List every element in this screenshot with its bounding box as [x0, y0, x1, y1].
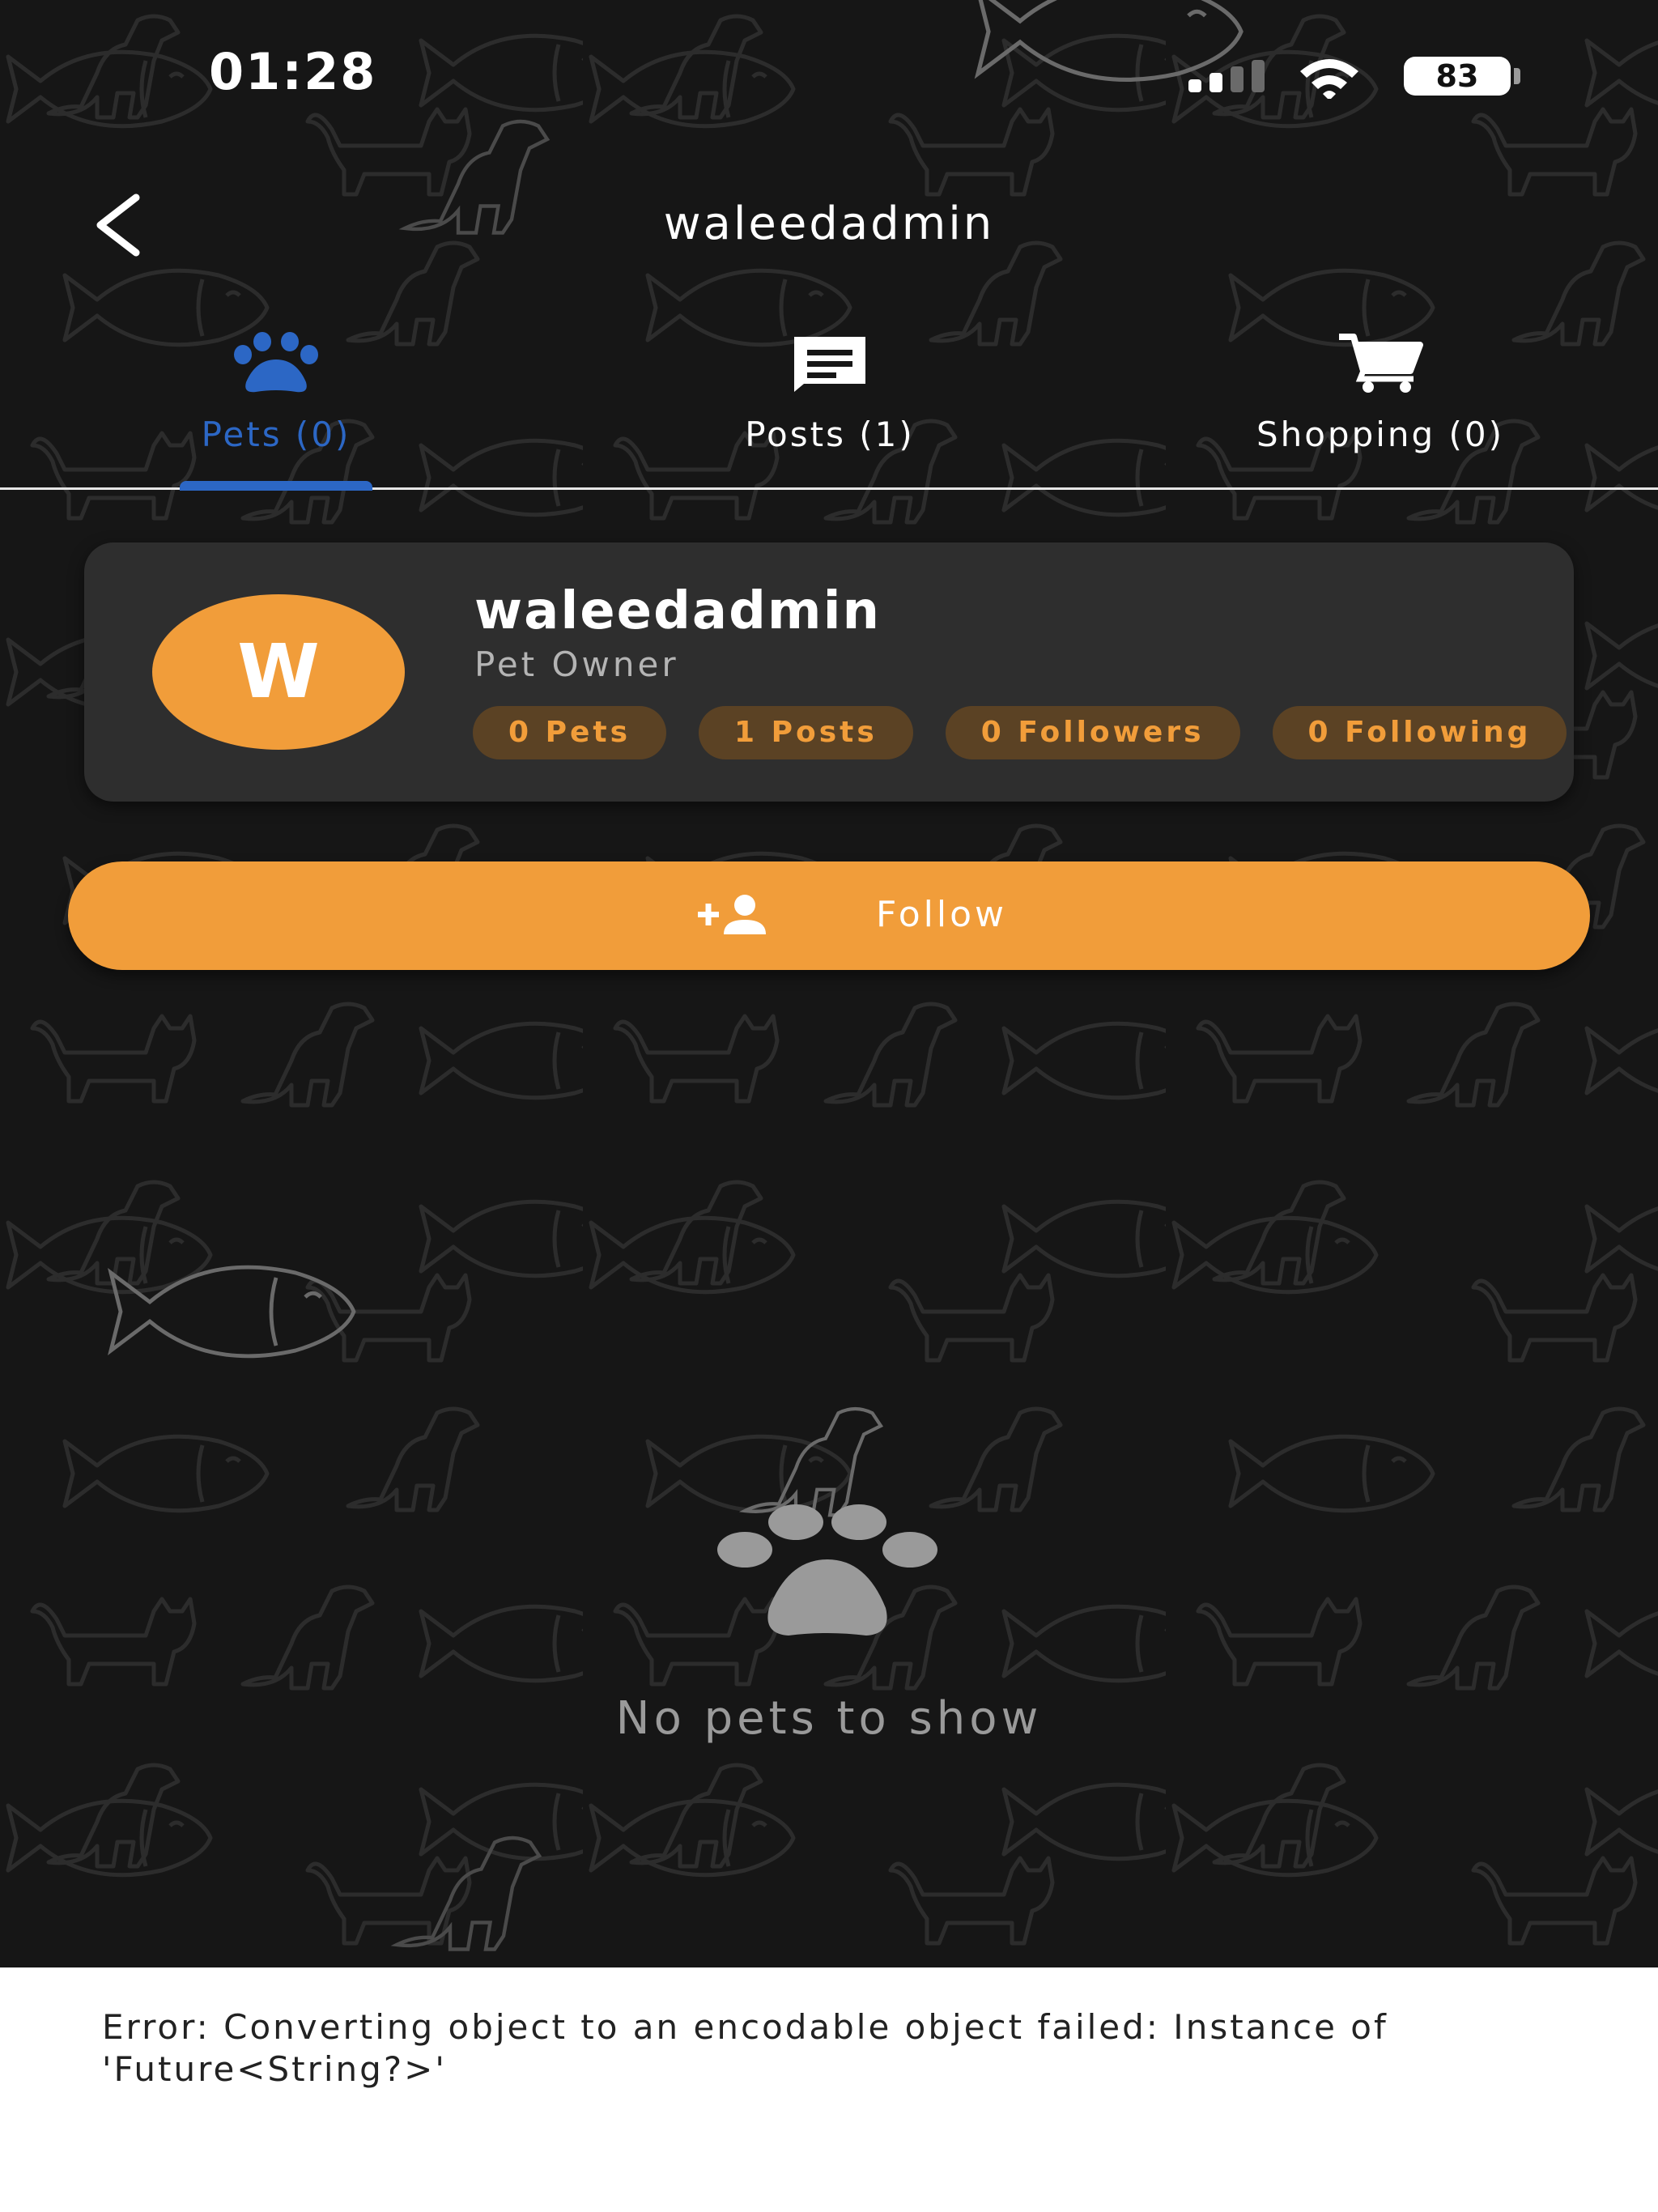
error-message: Error: Converting object to an encodable… — [102, 2007, 1388, 2089]
pet-pattern-background — [0, 0, 1658, 1967]
profile-name: waleedadmin — [474, 581, 882, 641]
page-title: waleedadmin — [663, 198, 995, 250]
cellular-signal-icon — [1188, 60, 1273, 92]
active-tab-indicator — [180, 481, 372, 491]
wifi-icon — [1300, 59, 1358, 99]
stat-chip-following[interactable]: 0 Following — [1272, 706, 1567, 759]
tab-pets-label: Pets (0) — [201, 415, 351, 454]
battery-indicator: 83 — [1404, 57, 1511, 96]
app-screen: 01:28 83 waleedadmin Pets (0) Posts (1) … — [0, 0, 1658, 2212]
profile-stats: 0 Pets 1 Posts 0 Followers 0 Following — [473, 706, 1658, 761]
tab-posts[interactable]: Posts (1) — [696, 332, 963, 486]
status-time: 01:28 — [209, 42, 377, 101]
empty-state-message: No pets to show — [615, 1692, 1043, 1745]
stat-chip-pets[interactable]: 0 Pets — [473, 706, 667, 759]
battery-tip — [1514, 68, 1520, 84]
tab-shopping[interactable]: Shopping (0) — [1214, 332, 1546, 486]
stat-chip-posts[interactable]: 1 Posts — [699, 706, 913, 759]
tab-posts-label: Posts (1) — [745, 415, 915, 454]
follow-label: Follow — [876, 894, 1008, 935]
tab-pets[interactable]: Pets (0) — [154, 332, 398, 486]
tab-shopping-label: Shopping (0) — [1256, 415, 1505, 454]
follow-button[interactable]: Follow — [68, 861, 1590, 970]
paw-icon — [717, 1504, 937, 1636]
avatar: W — [152, 594, 405, 750]
posts-icon — [794, 337, 865, 392]
cart-icon — [1339, 334, 1423, 393]
paw-icon — [234, 332, 318, 393]
profile-role: Pet Owner — [474, 644, 679, 684]
stat-chip-followers[interactable]: 0 Followers — [945, 706, 1240, 759]
person-add-icon — [698, 895, 766, 934]
